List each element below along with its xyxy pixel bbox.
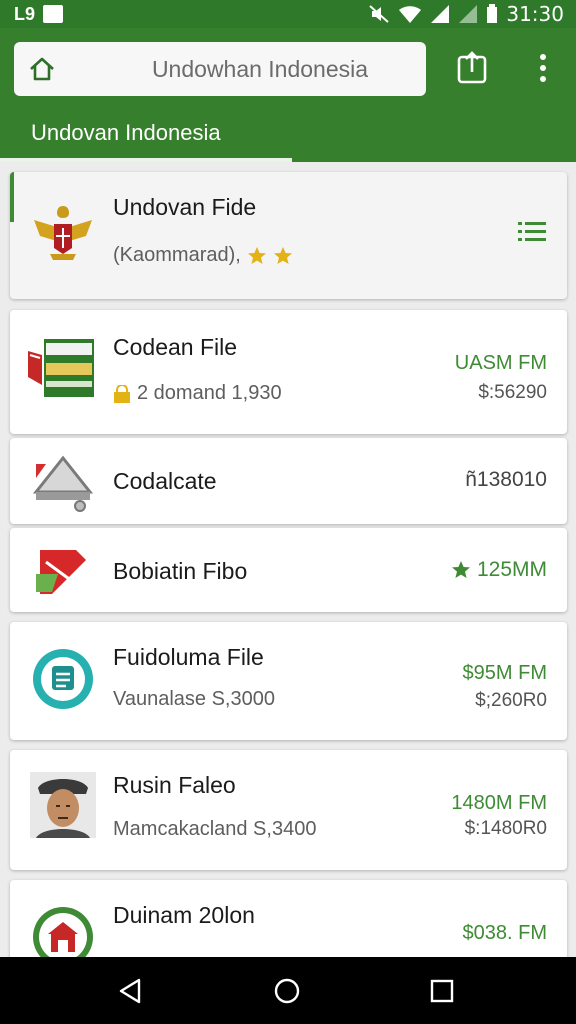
list-item[interactable]: Fuidoluma File Vaunalase S,3000 $95M FM … — [10, 622, 567, 740]
search-text[interactable]: Undowhan Indonesia — [104, 42, 416, 96]
signal-icon — [431, 5, 450, 23]
item-title: Fuidoluma File — [113, 644, 264, 670]
mute-icon — [369, 5, 390, 23]
tab-indicator — [0, 158, 292, 162]
item-value: ñ138010 — [465, 468, 547, 491]
tab-label: Undovan Indonesia — [31, 120, 221, 145]
item-subtitle: Mamcakacland S,3400 — [113, 818, 317, 840]
award-icon — [273, 246, 292, 264]
status-right: 31:30 — [368, 2, 564, 26]
notification-icon — [43, 5, 64, 23]
avatar-icon — [30, 772, 96, 838]
back-icon[interactable] — [117, 978, 143, 1004]
list-item[interactable]: Codean File 2 domand 1,930 UASM FM $:562… — [10, 310, 567, 434]
item-subtitle: (Kaommarad), — [113, 244, 293, 267]
list-icon[interactable] — [518, 220, 546, 244]
notification-badge-icon: L9 — [14, 3, 36, 24]
item-price: $;260R0 — [475, 690, 547, 711]
selection-indicator — [10, 172, 14, 222]
item-price: $:56290 — [478, 382, 547, 403]
wifi-icon — [399, 6, 422, 23]
item-value-label: UASM FM — [454, 352, 547, 374]
list-item[interactable]: Codalcate ñ138010 — [10, 438, 567, 524]
item-title: Rusin Faleo — [113, 772, 236, 798]
item-subtitle-text: 2 domand 1,930 — [137, 382, 282, 404]
app-bar: Undowhan Indonesia — [0, 28, 576, 110]
recents-icon[interactable] — [429, 978, 455, 1004]
home-circle-icon[interactable] — [274, 978, 300, 1004]
item-title: Duinam 20lon — [113, 902, 255, 928]
item-value: 125MM — [451, 558, 547, 582]
share-icon[interactable] — [456, 50, 488, 84]
flag-icon — [36, 550, 86, 594]
status-left: L9 — [14, 3, 64, 25]
item-subtitle: 2 domand 1,930 — [113, 382, 282, 405]
battery-icon — [487, 4, 498, 23]
system-nav-bar — [0, 957, 576, 1024]
garuda-emblem-icon — [34, 206, 92, 260]
list-item[interactable]: Undovan Fide (Kaommarad), — [10, 172, 567, 299]
star-icon — [451, 561, 470, 578]
item-value-label: 1480M FM — [451, 792, 547, 814]
chat-icon — [33, 649, 93, 709]
item-subtitle-text: (Kaommarad), — [113, 244, 241, 266]
home-icon[interactable] — [28, 55, 56, 83]
list-item[interactable]: Bobiatin Fibo 125MM — [10, 528, 567, 612]
tab-undovan-indonesia[interactable]: Undovan Indonesia — [0, 110, 292, 162]
search-box[interactable]: Undowhan Indonesia — [14, 42, 426, 96]
signal-icon — [459, 5, 478, 23]
clock: 31:30 — [506, 2, 564, 26]
tab-bar: Undovan Indonesia — [0, 110, 576, 162]
more-vert-icon[interactable] — [532, 52, 554, 86]
item-value-label: $95M FM — [462, 662, 547, 684]
item-title: Codalcate — [113, 468, 217, 494]
item-title: Bobiatin Fibo — [113, 558, 248, 584]
item-value-text: 125MM — [476, 558, 547, 581]
item-title: Codean File — [113, 334, 238, 360]
banner-icon — [28, 339, 94, 397]
award-icon — [247, 246, 266, 264]
lock-icon — [114, 384, 130, 403]
device-icon — [32, 455, 94, 512]
item-title: Undovan Fide — [113, 194, 257, 220]
list-item[interactable]: Rusin Faleo Mamcakacland S,3400 1480M FM… — [10, 750, 567, 870]
item-subtitle: Vaunalase S,3000 — [113, 688, 275, 710]
status-bar: L9 31:30 — [0, 0, 576, 28]
item-value-label: $038. FM — [462, 922, 547, 944]
item-price: $:1480R0 — [464, 818, 547, 839]
